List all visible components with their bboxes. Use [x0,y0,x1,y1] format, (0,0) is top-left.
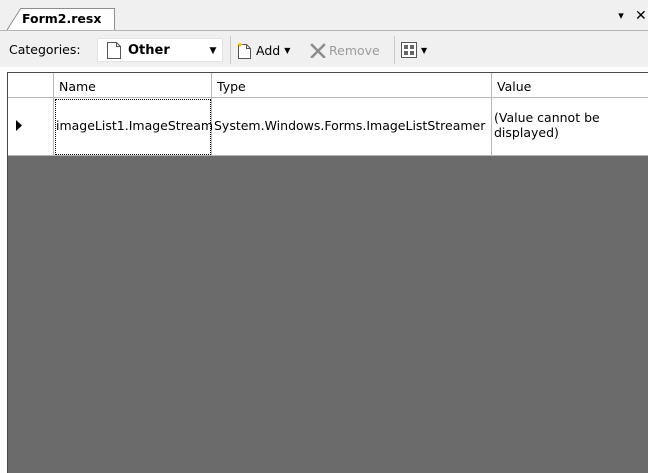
current-row-arrow-icon [16,120,22,131]
new-document-icon [237,42,251,59]
tab-edge [7,8,22,30]
column-header-name-label: Name [59,79,96,94]
column-header-type[interactable]: Type [212,73,492,98]
document-icon [107,42,121,59]
chevron-down-icon[interactable]: ▼ [206,43,220,59]
toolbar-separator [230,36,231,64]
row-header-corner [8,73,54,98]
resource-type: System.Windows.Forms.ImageListStreamer [214,118,486,133]
column-header-value-label: Value [497,79,532,94]
categories-label: Categories: [9,42,81,57]
table-row-type-cell[interactable]: System.Windows.Forms.ImageListStreamer [212,98,492,156]
column-header-name[interactable]: Name [54,73,212,98]
remove-resource-button[interactable]: Remove [310,38,380,62]
add-label: Add [256,42,281,58]
resource-name: imageList1.ImageStream [56,118,214,133]
column-header-value[interactable]: Value [492,73,648,98]
categories-selected-value: Other [128,43,170,58]
add-resource-button[interactable]: Add ▼ [236,38,290,62]
toolbar-separator [394,36,395,64]
resource-value: (Value cannot be displayed) [494,110,600,140]
window-menu-dropdown-icon[interactable]: ▾ [616,10,626,22]
categories-combobox[interactable]: Other ▼ [97,38,223,62]
column-header-type-label: Type [217,79,246,94]
grid-view-icon [401,42,417,58]
table-row-name-cell[interactable]: imageList1.ImageStream [54,98,214,156]
delete-x-icon [310,43,326,58]
table-row-value-cell[interactable]: (Value cannot be displayed) [492,98,648,156]
resource-grid[interactable]: Name Type Value imageList1.ImageStream S… [7,72,648,473]
chevron-down-icon[interactable]: ▼ [284,46,290,55]
close-icon[interactable]: ✕ [635,8,648,24]
tab-title: Form2.resx [22,11,102,26]
remove-label: Remove [329,42,380,58]
chevron-down-icon[interactable]: ▼ [421,46,427,55]
views-button[interactable]: ▼ [401,38,427,62]
row-header[interactable] [8,98,54,156]
